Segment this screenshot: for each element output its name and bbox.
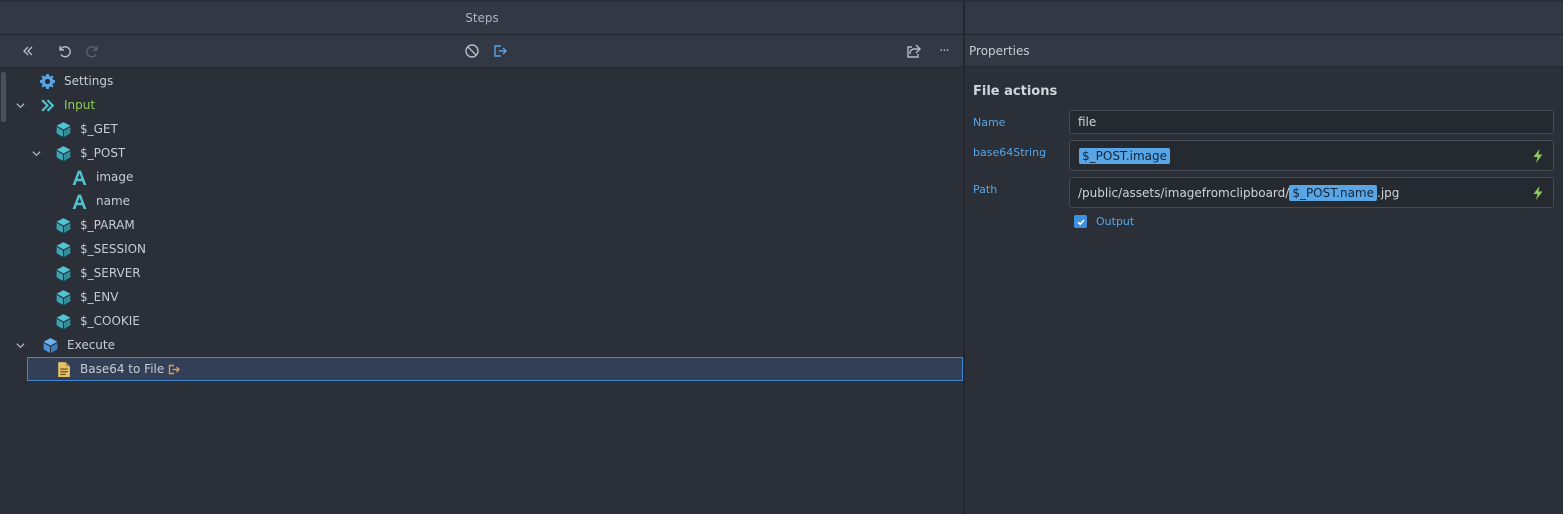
properties-top-bar: [965, 2, 1563, 35]
chevron-down-icon[interactable]: [30, 147, 42, 159]
properties-header: Properties: [965, 35, 1563, 67]
tree-item-label: $_PARAM: [80, 218, 135, 232]
output-checkbox[interactable]: [1074, 215, 1087, 228]
share-icon: [907, 44, 921, 58]
collapse-panel-button[interactable]: [17, 41, 39, 61]
tree-item-label: name: [96, 194, 131, 208]
tree-item-post-name[interactable]: name: [0, 189, 964, 213]
path-prefix: /public/assets/imagefromclipboard/: [1078, 185, 1290, 200]
chevron-down-icon[interactable]: [14, 99, 26, 111]
path-input[interactable]: /public/assets/imagefromclipboard/$_POST…: [1069, 177, 1554, 208]
path-label: Path: [973, 183, 998, 196]
cube-icon: [54, 144, 72, 162]
cube-icon: [54, 312, 72, 330]
double-chevron-right-icon: [38, 96, 56, 114]
undo-button[interactable]: [53, 41, 75, 61]
cube-icon: [54, 240, 72, 258]
tree-item-label: $_SERVER: [80, 266, 141, 280]
output-label[interactable]: Output: [1096, 215, 1134, 228]
cube-icon: [54, 120, 72, 138]
tree-item-input[interactable]: Input: [0, 93, 964, 117]
block-icon: [465, 44, 479, 58]
binding-chip[interactable]: $_POST.name: [1289, 184, 1377, 201]
more-options-label: ···: [939, 43, 949, 59]
tree-item-base64-to-file[interactable]: Base64 to File: [0, 357, 964, 381]
steps-panel: Steps ··· Settings Input $_GET $_POST im…: [0, 0, 964, 514]
base64-string-label: base64String: [973, 146, 1047, 159]
tree-item-label: $_SESSION: [80, 242, 147, 256]
tree-item-post-image[interactable]: image: [0, 165, 964, 189]
tree-item-label: Execute: [67, 338, 115, 352]
checkmark-icon: [1076, 218, 1085, 225]
name-input[interactable]: file: [1069, 110, 1554, 134]
tree-item-label: Input: [64, 98, 96, 112]
cube-icon: [41, 336, 59, 354]
tree-item-post[interactable]: $_POST: [0, 141, 964, 165]
tree-item-label: Settings: [64, 74, 114, 88]
tree-item-execute[interactable]: Execute: [0, 333, 964, 357]
tree-item-label: $_ENV: [80, 290, 119, 304]
gear-icon: [38, 72, 56, 90]
tree-item-cookie[interactable]: $_COOKIE: [0, 309, 964, 333]
lightning-icon[interactable]: [1532, 148, 1544, 163]
share-button[interactable]: [903, 41, 925, 61]
path-suffix: .jpg: [1377, 185, 1400, 200]
section-title: File actions: [973, 84, 1058, 99]
name-value: file: [1078, 115, 1097, 129]
tree-item-env[interactable]: $_ENV: [0, 285, 964, 309]
tree-item-label: $_GET: [80, 122, 118, 136]
redo-icon: [86, 46, 98, 58]
tree-item-server[interactable]: $_SERVER: [0, 261, 964, 285]
properties-panel: Properties File actions Name file base64…: [965, 0, 1563, 514]
more-options-button[interactable]: ···: [933, 41, 955, 61]
tree-item-param[interactable]: $_PARAM: [0, 213, 964, 237]
steps-title: Steps: [465, 11, 499, 25]
tree-item-label: image: [96, 170, 134, 184]
tree-item-settings[interactable]: Settings: [0, 69, 964, 93]
redo-button[interactable]: [82, 41, 104, 61]
tree-item-label: Base64 to File: [80, 362, 165, 376]
properties-title: Properties: [969, 43, 1030, 58]
cube-icon: [54, 264, 72, 282]
base64-string-input[interactable]: $_POST.image: [1069, 140, 1554, 171]
name-label: Name: [973, 116, 1006, 129]
output-step-button[interactable]: [489, 41, 511, 61]
text-type-icon: [70, 168, 88, 186]
undo-icon: [59, 46, 71, 58]
tree-item-session[interactable]: $_SESSION: [0, 237, 964, 261]
disable-step-button[interactable]: [461, 41, 483, 61]
steps-panel-header: Steps: [0, 2, 964, 35]
tree-item-get[interactable]: $_GET: [0, 117, 964, 141]
tree-item-label: $_COOKIE: [80, 314, 140, 328]
binding-chip[interactable]: $_POST.image: [1079, 147, 1171, 164]
chevron-down-icon[interactable]: [14, 339, 26, 351]
lightning-icon[interactable]: [1532, 185, 1544, 200]
cube-icon: [54, 216, 72, 234]
tree-item-label: $_POST: [80, 146, 126, 160]
steps-toolbar: ···: [0, 35, 964, 68]
tree-item-label-wrap: Base64 to File: [80, 362, 181, 376]
cube-icon: [54, 288, 72, 306]
file-icon: [54, 360, 72, 378]
text-type-icon: [70, 192, 88, 210]
output-arrow-icon: [168, 364, 181, 375]
double-chevron-left-icon: [23, 46, 33, 56]
export-icon: [494, 45, 507, 57]
